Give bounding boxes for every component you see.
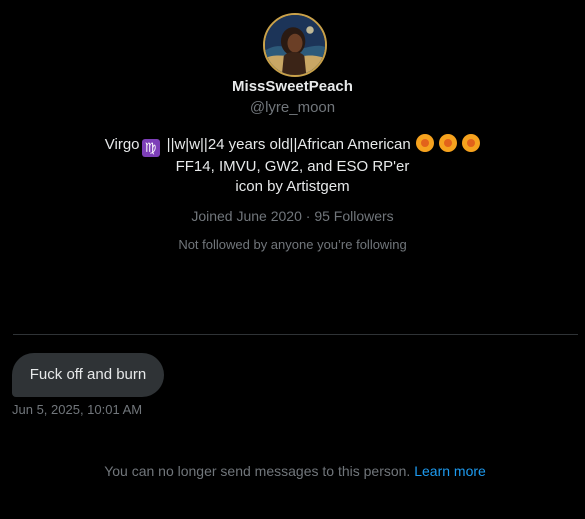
followers-link[interactable]: 95 Followers — [314, 208, 393, 224]
message-timestamp: Jun 5, 2025, 10:01 AM — [12, 402, 143, 417]
blossom-emoji-icon — [415, 134, 434, 152]
blossom-emoji-icon — [462, 134, 481, 152]
bio-line-1: Virgo ♍ ||w|w||24 years old||African Amer… — [0, 134, 585, 157]
profile-display-name[interactable]: MissSweetPeach — [0, 77, 585, 97]
notice-text: You can no longer send messages to this … — [104, 463, 411, 479]
virgo-emoji-icon: ♍ — [141, 139, 160, 157]
dm-disabled-notice: You can no longer send messages to this … — [0, 462, 585, 480]
avatar-image — [265, 15, 325, 75]
profile-handle: @lyre_moon — [249, 99, 336, 116]
profile-meta: Joined June 2020 · 95 Followers — [0, 206, 585, 226]
followed-by-info[interactable]: Not followed by anyone you’re following — [0, 236, 585, 254]
joined-date: Joined June 2020 — [191, 208, 302, 224]
bio-line-1-text: ||w|w||24 years old||African American — [162, 136, 415, 153]
learn-more-link[interactable]: Learn more — [414, 463, 486, 479]
divider — [13, 334, 578, 335]
profile-avatar-icon[interactable] — [263, 13, 327, 77]
bio-prefix: Virgo — [104, 136, 140, 153]
bio-line-3: icon by Artistgem — [235, 178, 350, 195]
meta-separator: · — [301, 208, 315, 224]
blossom-emoji-icon — [439, 134, 458, 152]
message-bubble[interactable]: Fuck off and burn — [12, 353, 164, 397]
bio-line-2: FF14, IMVU, GW2, and ESO RP'er — [175, 158, 410, 175]
profile-bio: Virgo ♍ ||w|w||24 years old||African Amer… — [0, 134, 585, 197]
